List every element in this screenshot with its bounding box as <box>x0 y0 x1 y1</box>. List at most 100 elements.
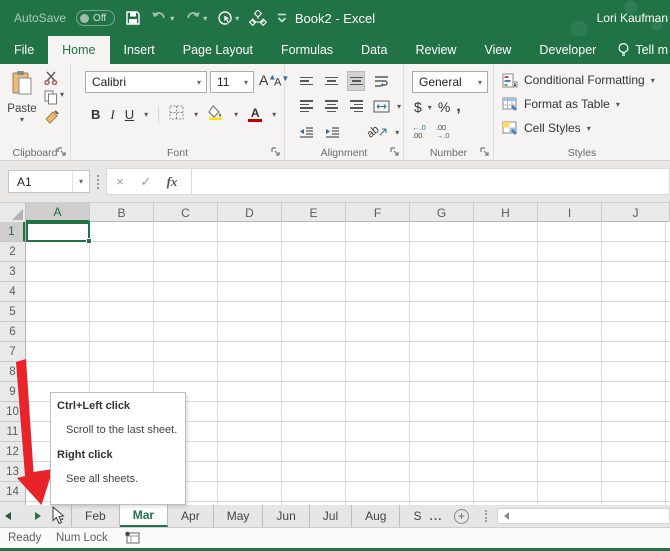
formula-bar-resizer[interactable] <box>97 174 99 189</box>
wrap-text-button[interactable] <box>372 71 390 91</box>
decrease-indent-button[interactable] <box>297 122 315 142</box>
macro-record-icon[interactable] <box>124 531 140 545</box>
row-header-1[interactable]: 1 <box>0 222 25 242</box>
cut-button[interactable] <box>44 71 60 90</box>
sheet-tab-may[interactable]: May <box>214 505 264 527</box>
bottom-align-button[interactable] <box>347 71 365 91</box>
font-dialog-launcher[interactable] <box>271 147 281 157</box>
sheet-tab-mar[interactable]: Mar <box>119 505 169 527</box>
row-header-14[interactable]: 14 <box>0 482 25 502</box>
column-header-a[interactable]: A <box>26 203 90 222</box>
align-center-button[interactable] <box>322 96 340 116</box>
format-painter-button[interactable] <box>44 110 60 130</box>
row-header-10[interactable]: 10 <box>0 402 25 422</box>
column-header-f[interactable]: F <box>346 203 410 222</box>
save-button[interactable] <box>125 10 141 26</box>
select-all-button[interactable] <box>0 203 26 222</box>
tab-data[interactable]: Data <box>347 36 401 64</box>
undo-dropdown-caret[interactable]: ▾ <box>170 14 174 23</box>
percent-style-button[interactable]: % <box>438 99 450 115</box>
paste-dropdown-caret[interactable]: ▾ <box>5 115 39 124</box>
sheet-tab-jun[interactable]: Jun <box>263 505 310 527</box>
row-header-5[interactable]: 5 <box>0 302 25 322</box>
tab-developer[interactable]: Developer <box>525 36 610 64</box>
hierarchy-button[interactable] <box>249 9 268 27</box>
redo-dropdown-caret[interactable]: ▾ <box>203 14 207 23</box>
number-format-caret[interactable]: ▾ <box>473 78 487 87</box>
enter-button[interactable]: ✓ <box>133 174 159 190</box>
row-header-12[interactable]: 12 <box>0 442 25 462</box>
row-header-13[interactable]: 13 <box>0 462 25 482</box>
font-color-button[interactable]: A <box>248 107 263 122</box>
touch-mouse-mode-button[interactable]: ▾ <box>217 10 239 27</box>
font-family-caret[interactable]: ▾ <box>192 78 206 87</box>
column-header-i[interactable]: I <box>538 203 602 222</box>
borders-button[interactable] <box>169 105 184 125</box>
name-box-caret[interactable]: ▾ <box>71 171 89 192</box>
sheet-tab-aug[interactable]: Aug <box>352 505 401 527</box>
tab-home[interactable]: Home <box>48 36 110 64</box>
hidden-sheets-left-ellipsis[interactable]: ... <box>46 505 71 527</box>
cell-styles-button[interactable]: Cell Styles ▾ <box>502 116 591 140</box>
accounting-format-button[interactable]: $ <box>414 99 422 115</box>
top-align-button[interactable] <box>297 71 315 91</box>
align-left-button[interactable] <box>297 96 315 116</box>
clipboard-dialog-launcher[interactable] <box>57 147 67 157</box>
user-name[interactable]: Lori Kaufman <box>597 0 668 36</box>
insert-function-button[interactable]: fx <box>159 174 185 190</box>
tab-insert[interactable]: Insert <box>110 36 169 64</box>
format-as-table-button[interactable]: Format as Table ▾ <box>502 92 620 116</box>
horizontal-scrollbar[interactable] <box>496 508 670 524</box>
active-cell-a1[interactable] <box>26 222 92 244</box>
bold-button[interactable]: B <box>91 107 100 122</box>
decrease-decimal-button[interactable]: .00 →.0 <box>436 124 450 140</box>
scroll-first-sheet-button[interactable] <box>0 505 16 527</box>
row-header-3[interactable]: 3 <box>0 262 25 282</box>
tab-review[interactable]: Review <box>401 36 470 64</box>
column-header-j[interactable]: J <box>602 203 670 222</box>
cancel-button[interactable]: × <box>107 174 133 189</box>
tell-me-box[interactable]: Tell m <box>617 36 670 64</box>
borders-dropdown-caret[interactable]: ▾ <box>194 110 198 119</box>
increase-decimal-button[interactable]: ←.0.00 <box>412 124 426 140</box>
paste-button[interactable]: Paste ▾ <box>5 70 39 124</box>
sheet-tab-feb[interactable]: Feb <box>72 505 120 527</box>
row-header-2[interactable]: 2 <box>0 242 25 262</box>
hidden-sheets-right-ellipsis[interactable]: ... <box>423 505 448 527</box>
fill-color-dropdown-caret[interactable]: ▾ <box>234 110 238 119</box>
redo-button[interactable]: ▾ <box>184 11 207 25</box>
row-header-8[interactable]: 8 <box>0 362 25 382</box>
column-header-e[interactable]: E <box>282 203 346 222</box>
orientation-caret[interactable]: ▾ <box>395 128 399 137</box>
row-header-11[interactable]: 11 <box>0 422 25 442</box>
scrollbar-left-arrow[interactable] <box>503 512 509 520</box>
customize-qat-button[interactable] <box>277 12 287 24</box>
new-sheet-button[interactable]: + <box>449 505 475 527</box>
autosave-toggle[interactable]: Off <box>76 10 116 26</box>
sheet-tab-s[interactable]: S <box>400 505 423 527</box>
accounting-format-caret[interactable]: ▾ <box>428 103 432 112</box>
row-header-4[interactable]: 4 <box>0 282 25 302</box>
font-color-dropdown-caret[interactable]: ▾ <box>272 110 276 119</box>
font-size-combo[interactable]: 11 ▾ <box>210 71 254 93</box>
sheet-tab-jul[interactable]: Jul <box>310 505 353 527</box>
font-size-caret[interactable]: ▾ <box>239 78 253 87</box>
column-header-b[interactable]: B <box>90 203 154 222</box>
orientation-button[interactable]: ab <box>365 122 387 142</box>
sheet-tab-apr[interactable]: Apr <box>168 505 214 527</box>
sheetbar-splitter[interactable] <box>484 510 487 522</box>
underline-button[interactable]: U <box>125 107 134 122</box>
number-format-combo[interactable]: General ▾ <box>412 71 488 93</box>
merge-center-caret[interactable]: ▾ <box>397 102 401 111</box>
undo-button[interactable]: ▾ <box>151 11 174 25</box>
row-header-6[interactable]: 6 <box>0 322 25 342</box>
comma-style-button[interactable]: , <box>456 98 460 116</box>
tab-view[interactable]: View <box>470 36 525 64</box>
italic-button[interactable]: I <box>110 107 114 123</box>
underline-dropdown-caret[interactable]: ▾ <box>144 110 148 119</box>
merge-center-button[interactable] <box>372 96 390 116</box>
fill-color-button[interactable] <box>208 104 224 125</box>
column-header-d[interactable]: D <box>218 203 282 222</box>
column-header-c[interactable]: C <box>154 203 218 222</box>
conditional-formatting-button[interactable]: Conditional Formatting ▾ <box>502 68 655 92</box>
